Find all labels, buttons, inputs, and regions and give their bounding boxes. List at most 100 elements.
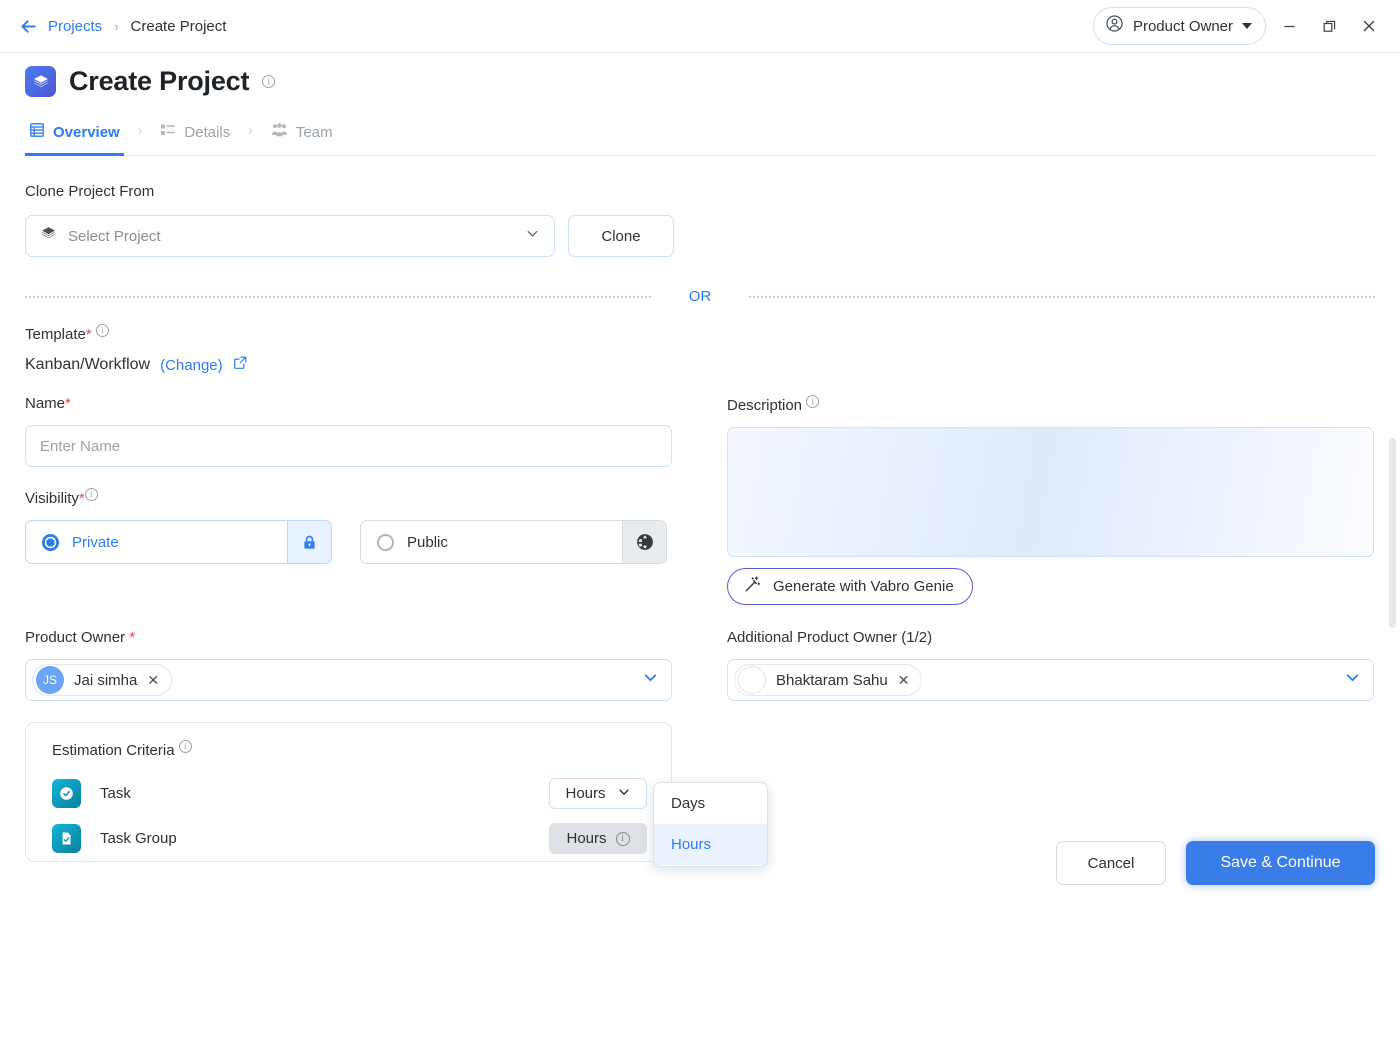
window-restore-button[interactable] bbox=[1312, 9, 1346, 43]
task-unit-value: Hours bbox=[565, 785, 605, 802]
or-divider: OR bbox=[25, 288, 1375, 305]
avatar bbox=[738, 666, 766, 694]
radio-private[interactable] bbox=[42, 534, 59, 551]
divider-line-left bbox=[25, 296, 651, 298]
required-asterisk: * bbox=[65, 395, 71, 412]
chevron-down-icon bbox=[525, 226, 540, 246]
cancel-button[interactable]: Cancel bbox=[1056, 841, 1166, 885]
visibility-option-public[interactable]: Public bbox=[360, 520, 667, 564]
estimation-task-group-label: Task Group bbox=[100, 830, 177, 847]
window-minimize-button[interactable] bbox=[1272, 9, 1306, 43]
breadcrumb-separator: › bbox=[114, 19, 118, 34]
remove-additional-product-owner-icon[interactable]: ✕ bbox=[898, 673, 910, 687]
tab-overview-label: Overview bbox=[53, 124, 120, 141]
estimation-criteria-card: Estimation Criteria i Task Hours Task bbox=[25, 722, 672, 862]
description-info-icon[interactable]: i bbox=[806, 395, 819, 408]
tab-team[interactable]: Team bbox=[267, 122, 337, 153]
user-circle-icon bbox=[1105, 14, 1124, 38]
estimation-criteria-title-text: Estimation Criteria bbox=[52, 742, 175, 759]
clone-project-select[interactable]: Select Project bbox=[25, 215, 555, 257]
additional-product-owner-select[interactable]: Bhaktaram Sahu ✕ bbox=[727, 659, 1374, 701]
product-owner-chip-name: Jai simha bbox=[74, 672, 137, 689]
clone-project-section: Clone Project From Select Project Clone bbox=[25, 183, 674, 257]
product-owner-label-text: Product Owner bbox=[25, 629, 125, 646]
template-change-link[interactable]: (Change) bbox=[160, 357, 223, 374]
chevron-down-icon bbox=[617, 785, 631, 803]
or-divider-label: OR bbox=[651, 288, 750, 305]
task-unit-dropdown[interactable]: Hours bbox=[549, 778, 647, 809]
additional-product-owner-section: Additional Product Owner (1/2) Bhaktaram… bbox=[727, 629, 1374, 701]
name-label-text: Name bbox=[25, 395, 65, 412]
breadcrumb-projects-link[interactable]: Projects bbox=[48, 18, 102, 35]
product-owner-select[interactable]: JS Jai simha ✕ bbox=[25, 659, 672, 701]
additional-product-owner-chip-name: Bhaktaram Sahu bbox=[776, 672, 888, 689]
visibility-label: Visibility*i bbox=[25, 488, 672, 507]
template-value: Kanban/Workflow bbox=[25, 356, 150, 374]
template-label: Template* i bbox=[25, 324, 248, 343]
visibility-info-icon[interactable]: i bbox=[85, 488, 98, 501]
visibility-public-label: Public bbox=[407, 534, 448, 551]
team-people-icon bbox=[271, 122, 288, 143]
unit-dropdown-menu: Days Hours bbox=[653, 782, 768, 867]
magic-wand-icon bbox=[743, 575, 762, 599]
remove-product-owner-icon[interactable]: ✕ bbox=[147, 673, 159, 687]
chevron-down-icon bbox=[1242, 23, 1252, 29]
wizard-tab-bar: Overview › Details › Team bbox=[25, 122, 1375, 156]
lock-icon bbox=[287, 521, 331, 563]
unit-option-days[interactable]: Days bbox=[654, 783, 767, 824]
layers-logo-icon bbox=[25, 66, 56, 97]
tab-details-label: Details bbox=[184, 124, 230, 141]
document-check-icon bbox=[52, 824, 81, 853]
breadcrumb-current: Create Project bbox=[131, 18, 227, 35]
tab-separator: › bbox=[124, 122, 157, 148]
estimation-row-task: Task Hours bbox=[52, 778, 647, 809]
chevron-down-icon[interactable] bbox=[642, 669, 659, 691]
save-and-continue-button[interactable]: Save & Continue bbox=[1186, 841, 1375, 885]
unit-option-hours[interactable]: Hours bbox=[654, 824, 767, 865]
user-role-label: Product Owner bbox=[1133, 18, 1233, 35]
radio-public[interactable] bbox=[377, 534, 394, 551]
genie-button-label: Generate with Vabro Genie bbox=[773, 578, 954, 595]
task-group-unit-value: Hours bbox=[566, 830, 606, 847]
visibility-label-text: Visibility bbox=[25, 490, 79, 507]
task-group-unit-info-icon[interactable]: i bbox=[616, 832, 630, 846]
clone-button[interactable]: Clone bbox=[568, 215, 674, 257]
description-textarea[interactable] bbox=[727, 427, 1374, 557]
page-title-info-icon[interactable]: i bbox=[262, 75, 275, 88]
visibility-private-label: Private bbox=[72, 534, 119, 551]
visibility-option-private[interactable]: Private bbox=[25, 520, 332, 564]
product-owner-label: Product Owner * bbox=[25, 629, 672, 646]
user-role-selector[interactable]: Product Owner bbox=[1093, 7, 1266, 45]
estimation-task-label: Task bbox=[100, 785, 131, 802]
description-column: Description i Generate with Vabro Genie bbox=[727, 395, 1374, 605]
task-group-unit-readonly: Hours i bbox=[549, 823, 647, 854]
name-label: Name* bbox=[25, 395, 672, 412]
template-label-text: Template bbox=[25, 326, 86, 343]
page-title: Create Project bbox=[69, 66, 249, 97]
titlebar-right-group: Product Owner bbox=[1093, 7, 1400, 45]
estimation-row-task-group: Task Group Hours i bbox=[52, 823, 647, 854]
avatar: JS bbox=[36, 666, 64, 694]
additional-product-owner-label: Additional Product Owner (1/2) bbox=[727, 629, 1374, 646]
tab-details[interactable]: Details bbox=[156, 122, 234, 153]
template-section: Template* i Kanban/Workflow (Change) bbox=[25, 324, 248, 375]
clone-project-label: Clone Project From bbox=[25, 183, 674, 200]
window-close-button[interactable] bbox=[1352, 9, 1386, 43]
tab-overview[interactable]: Overview bbox=[25, 122, 124, 156]
scrollbar-thumb[interactable] bbox=[1389, 438, 1396, 628]
chevron-down-icon[interactable] bbox=[1344, 669, 1361, 691]
required-asterisk: * bbox=[86, 326, 92, 343]
generate-with-vabro-genie-button[interactable]: Generate with Vabro Genie bbox=[727, 568, 973, 605]
check-circle-doc-icon bbox=[52, 779, 81, 808]
description-label: Description i bbox=[727, 395, 1374, 414]
tab-team-label: Team bbox=[296, 124, 333, 141]
template-info-icon[interactable]: i bbox=[96, 324, 109, 337]
list-grid-icon bbox=[29, 122, 45, 143]
page-header: Create Project i bbox=[25, 66, 275, 97]
details-list-icon bbox=[160, 122, 176, 143]
back-arrow-icon[interactable] bbox=[14, 12, 42, 40]
name-input[interactable] bbox=[25, 425, 672, 467]
estimation-criteria-info-icon[interactable]: i bbox=[179, 740, 192, 753]
external-link-icon[interactable] bbox=[233, 355, 248, 375]
globe-icon bbox=[622, 521, 666, 563]
